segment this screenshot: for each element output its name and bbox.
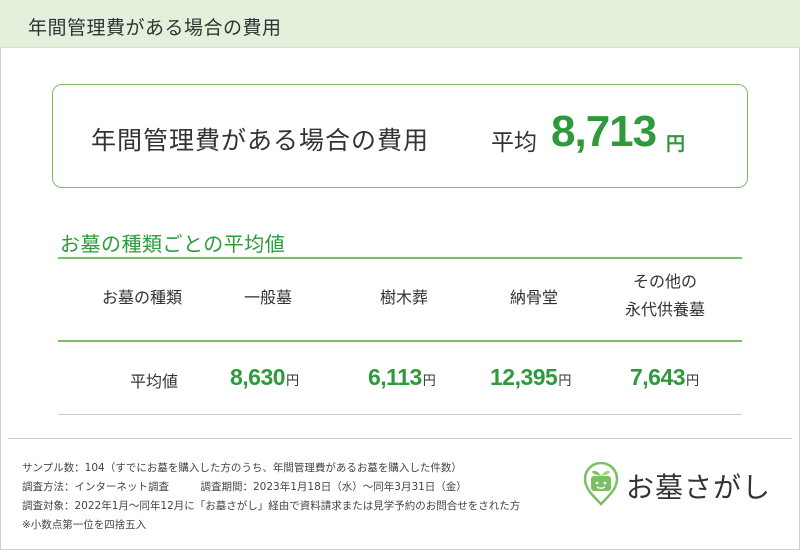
table-cell-columbarium: 12,395円 xyxy=(490,364,571,391)
table-header-rule xyxy=(58,340,742,342)
table-cell-tree-burial: 6,113円 xyxy=(368,364,436,391)
value-general-grave: 8,630 xyxy=(230,364,286,390)
footer-divider xyxy=(8,438,792,439)
table-row-label: 平均値 xyxy=(130,372,179,391)
section-title: お墓の種類ごとの平均値 xyxy=(60,232,286,256)
header-bar: 年間管理費がある場合の費用 xyxy=(0,0,800,48)
note-survey-method: 調査方法：インターネット調査 調査期間：2023年1月18日（水）〜同年3月31… xyxy=(22,481,467,493)
note-survey-target: 調査対象：2022年1月〜同年12月に「お墓さがし」経由で資料請求または見学予約… xyxy=(22,500,521,512)
leaf-home-icon xyxy=(583,462,619,506)
note-rounding: ※小数点第一位を四捨五入 xyxy=(22,519,147,531)
brand-logo: お墓さがし xyxy=(582,462,782,506)
summary-average-value: 8,713 xyxy=(551,107,657,156)
table-header-other-line1: その他の xyxy=(632,272,697,291)
value-tree-burial: 6,113 xyxy=(368,364,422,390)
summary-average-label: 平均 xyxy=(491,130,537,156)
note-sample-size: サンプル数：104（すでにお墓を購入した方のうち、年間管理費があるお墓を購入した… xyxy=(22,462,462,474)
table-header-general-grave: 一般墓 xyxy=(243,288,292,307)
table-header-tree-burial: 樹木葬 xyxy=(379,288,428,307)
unit-label: 円 xyxy=(286,374,300,389)
value-columbarium: 12,395 xyxy=(490,364,558,390)
table-header-other-line2: 永代供養墓 xyxy=(624,300,705,319)
summary-unit: 円 xyxy=(666,133,686,155)
value-perpetual-memorial: 7,643 xyxy=(630,364,686,390)
table-cell-general-grave: 8,630円 xyxy=(230,364,299,391)
table-cell-perpetual-memorial: 7,643円 xyxy=(630,364,699,391)
page-title: 年間管理費がある場合の費用 xyxy=(28,17,282,39)
table-header-columbarium: 納骨堂 xyxy=(509,288,558,307)
section-rule xyxy=(58,257,742,259)
summary-label: 年間管理費がある場合の費用 xyxy=(91,126,430,155)
unit-label: 円 xyxy=(558,374,572,389)
table-header-type: お墓の種類 xyxy=(101,288,182,307)
unit-label: 円 xyxy=(686,374,700,389)
brand-logo-text: お墓さがし xyxy=(626,471,772,504)
unit-label: 円 xyxy=(422,374,436,389)
table-bottom-rule xyxy=(58,414,742,415)
summary-box: 年間管理費がある場合の費用 平均 8,713 円 xyxy=(52,84,748,188)
